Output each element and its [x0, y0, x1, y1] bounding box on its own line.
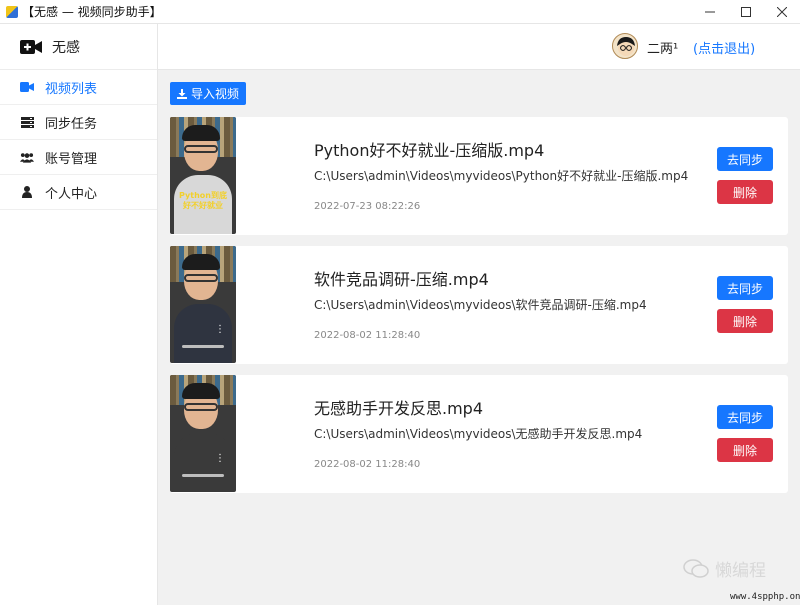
- window-titlebar: 【无感 — 视频同步助手】: [0, 0, 800, 24]
- app-icon: [6, 5, 18, 18]
- video-progress-bar: [182, 474, 224, 477]
- more-options-icon: ⋮: [215, 453, 225, 464]
- minimize-button[interactable]: [692, 0, 728, 24]
- sidebar-item-sync-tasks[interactable]: 同步任务: [0, 105, 157, 140]
- maximize-button[interactable]: [728, 0, 764, 24]
- video-thumbnail[interactable]: ⋮: [170, 246, 236, 363]
- watermark-url: www.4spphp.online: [730, 592, 800, 602]
- username: 二两¹: [647, 42, 679, 57]
- video-card: ⋮ 软件竞品调研-压缩.mp4 C:\Users\admin\Videos\my…: [170, 246, 788, 364]
- close-icon: [777, 7, 787, 17]
- video-path: C:\Users\admin\Videos\myvideos\Python好不好…: [314, 169, 689, 183]
- video-camera-plus-icon: [20, 39, 42, 54]
- download-icon: [177, 88, 187, 99]
- sidebar-item-account-management[interactable]: 账号管理: [0, 140, 157, 175]
- sync-button[interactable]: 去同步: [717, 147, 773, 171]
- video-title: Python好不好就业-压缩版.mp4: [314, 141, 545, 160]
- top-header: 二两¹ (点击退出): [158, 24, 800, 70]
- thumbnail-caption: Python到底好不好就业: [179, 191, 227, 210]
- video-card: Python到底好不好就业 Python好不好就业-压缩版.mp4 C:\Use…: [170, 117, 788, 235]
- logout-link[interactable]: (点击退出): [693, 38, 755, 57]
- brand[interactable]: 无感: [0, 24, 157, 70]
- brand-name: 无感: [52, 39, 80, 56]
- video-path: C:\Users\admin\Videos\myvideos\软件竞品调研-压缩…: [314, 298, 647, 312]
- sidebar-item-video-list[interactable]: 视频列表: [0, 70, 157, 105]
- video-timestamp: 2022-07-23 08:22:26: [314, 201, 421, 212]
- video-thumbnail[interactable]: ⋮: [170, 375, 236, 492]
- wechat-icon: [683, 558, 709, 578]
- video-timestamp: 2022-08-02 11:28:40: [314, 330, 421, 341]
- delete-button[interactable]: 删除: [717, 180, 773, 204]
- sidebar-item-label: 同步任务: [45, 116, 98, 132]
- sync-button[interactable]: 去同步: [717, 405, 773, 429]
- server-icon: [20, 115, 34, 129]
- video-timestamp: 2022-08-02 11:28:40: [314, 459, 421, 470]
- sidebar: 无感 视频列表 同步任务 账号管理 个人中心: [0, 24, 158, 605]
- sidebar-item-label: 账号管理: [45, 151, 98, 167]
- video-thumbnail[interactable]: Python到底好不好就业: [170, 117, 236, 234]
- video-camera-icon: [20, 80, 34, 94]
- avatar[interactable]: [612, 33, 638, 59]
- maximize-icon: [741, 7, 751, 17]
- main-content: 导入视频 Python到底好不好就业 Python好不好就业-压缩版.mp4 C…: [158, 70, 800, 605]
- minimize-icon: [705, 11, 715, 13]
- sync-button[interactable]: 去同步: [717, 276, 773, 300]
- delete-button[interactable]: 删除: [717, 438, 773, 462]
- watermark-text: 懒编程: [715, 561, 766, 581]
- video-title: 无感助手开发反思.mp4: [314, 399, 484, 418]
- import-video-label: 导入视频: [191, 87, 240, 101]
- window-controls: [692, 0, 800, 24]
- video-card: ⋮ 无感助手开发反思.mp4 C:\Users\admin\Videos\myv…: [170, 375, 788, 493]
- delete-button[interactable]: 删除: [717, 309, 773, 333]
- video-title: 软件竞品调研-压缩.mp4: [314, 270, 489, 289]
- user-icon: [20, 185, 34, 199]
- import-video-button[interactable]: 导入视频: [170, 82, 247, 105]
- window-title: 【无感 — 视频同步助手】: [22, 5, 162, 19]
- sidebar-item-label: 视频列表: [45, 81, 98, 97]
- users-icon: [20, 150, 34, 164]
- sidebar-item-label: 个人中心: [45, 186, 98, 202]
- watermark: 懒编程: [683, 556, 766, 581]
- sidebar-item-personal-center[interactable]: 个人中心: [0, 175, 157, 210]
- close-button[interactable]: [764, 0, 800, 24]
- video-progress-bar: [182, 345, 224, 348]
- video-path: C:\Users\admin\Videos\myvideos\无感助手开发反思.…: [314, 427, 643, 441]
- more-options-icon: ⋮: [215, 324, 225, 335]
